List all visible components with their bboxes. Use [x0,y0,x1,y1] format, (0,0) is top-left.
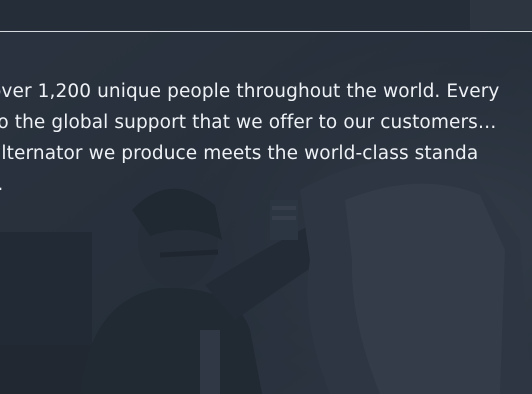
paragraph-line: to the global support that we offer to o… [0,112,497,133]
hero-section: over 1,200 unique people throughout the … [0,0,532,394]
paragraph-line: alternator we produce meets the world-cl… [0,143,479,164]
header-divider [0,31,532,32]
paragraph-line: over 1,200 unique people throughout the … [0,81,500,102]
paragraph-line: t. [0,169,532,200]
hero-paragraph: over 1,200 unique people throughout the … [0,76,532,200]
